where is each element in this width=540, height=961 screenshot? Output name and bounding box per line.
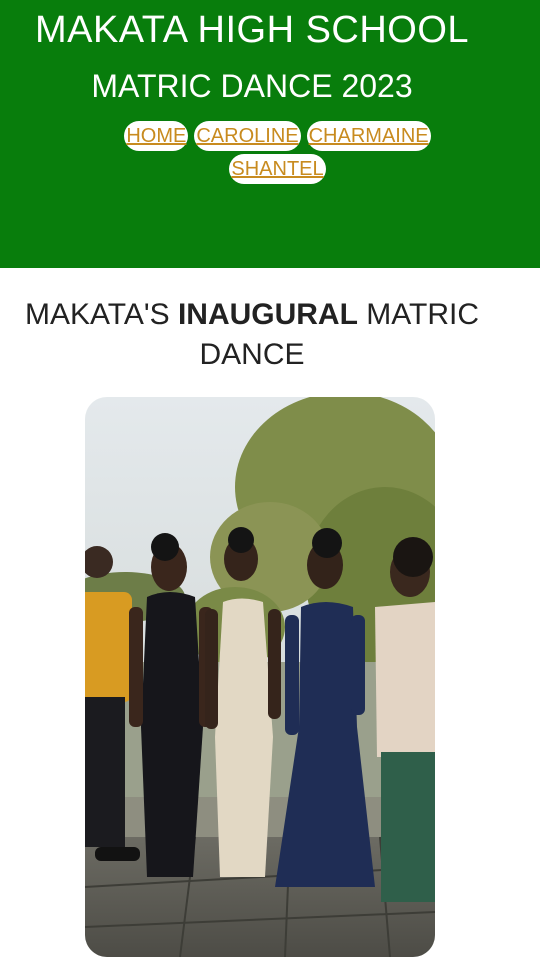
nav-link-shantel[interactable]: SHANTEL xyxy=(229,154,326,184)
group-photo xyxy=(85,397,435,957)
headline-emphasis: INAUGURAL xyxy=(177,298,358,331)
site-title: MAKATA HIGH SCHOOL xyxy=(34,9,470,51)
site-subtitle: MATRIC DANCE 2023 xyxy=(91,68,413,104)
main-nav: HOME CAROLINE CHARMAINE SHANTEL xyxy=(90,121,465,184)
page-headline: MAKATA'S INAUGURAL MATRIC DANCE xyxy=(12,295,492,375)
headline-text-start: MAKATA'S xyxy=(24,298,178,331)
nav-link-caroline[interactable]: CAROLINE xyxy=(194,121,301,151)
nav-link-home[interactable]: HOME xyxy=(124,121,189,151)
nav-link-charmaine[interactable]: CHARMAINE xyxy=(306,121,431,151)
site-header: MAKATA HIGH SCHOOL MATRIC DANCE 2023 HOM… xyxy=(0,0,540,268)
